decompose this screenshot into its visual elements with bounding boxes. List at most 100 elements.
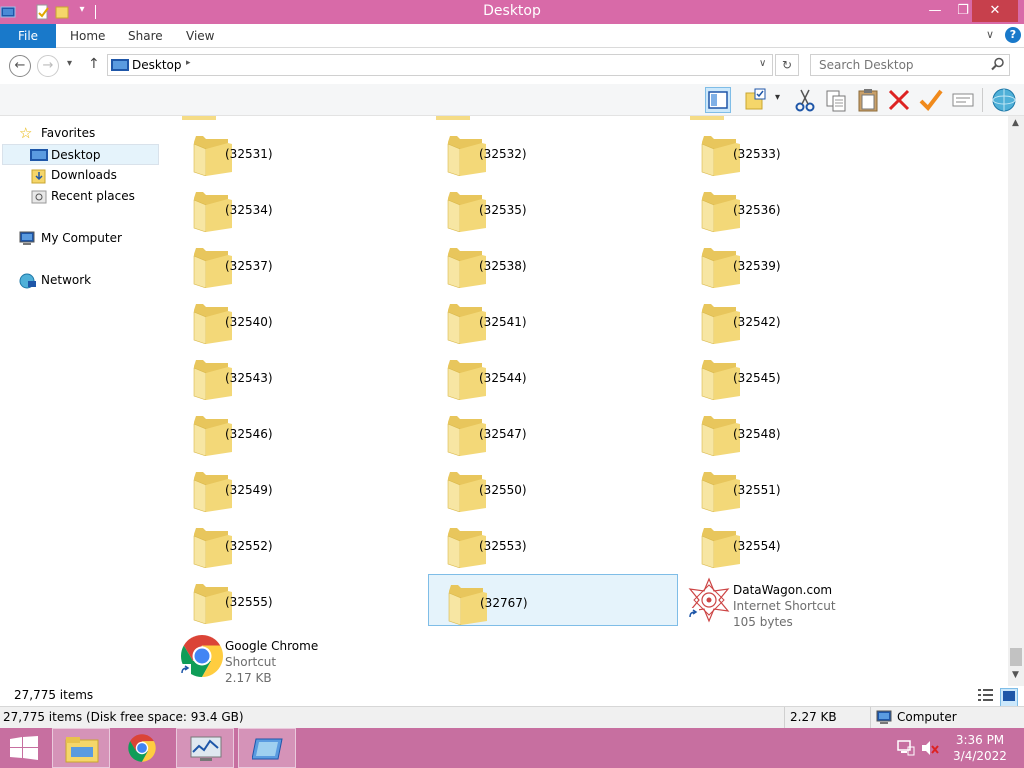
folder-item[interactable]: (32550) <box>428 462 678 514</box>
details-view-icon[interactable] <box>978 688 994 705</box>
search-icon[interactable] <box>991 57 1005 74</box>
folder-item[interactable]: (32531) <box>174 126 424 178</box>
checkmark-icon[interactable] <box>918 87 944 113</box>
folder-item[interactable]: (32535) <box>428 182 678 234</box>
tab-file[interactable]: File <box>0 24 56 48</box>
scroll-thumb[interactable] <box>1010 648 1022 666</box>
folder-name: (32533) <box>733 147 781 161</box>
taskbar-file-explorer[interactable] <box>52 728 110 768</box>
folder-name: (32552) <box>225 539 273 553</box>
tab-share[interactable]: Share <box>128 24 163 48</box>
taskbar-remote-desktop[interactable] <box>238 728 296 768</box>
folder-item[interactable]: (32553) <box>428 518 678 570</box>
nav-downloads[interactable]: Downloads <box>0 165 157 186</box>
google-chrome-shortcut[interactable]: Google Chrome Shortcut 2.17 KB <box>174 630 424 685</box>
navigation-bar: ← → ▾ ↑ Desktop ▸ ∨ ↻ <box>0 48 1024 84</box>
folder-name: (32541) <box>479 315 527 329</box>
folder-item[interactable]: (32767) <box>428 574 678 626</box>
taskbar-performance-monitor[interactable] <box>176 728 234 768</box>
folder-item[interactable]: (32542) <box>682 294 932 346</box>
recent-places-icon <box>31 189 47 212</box>
delete-icon[interactable] <box>886 87 912 113</box>
paste-icon[interactable] <box>855 87 881 113</box>
nav-network-label: Network <box>41 273 92 287</box>
nav-desktop[interactable]: Desktop <box>2 144 159 165</box>
minimize-button[interactable]: — <box>920 0 950 22</box>
nav-computer-label: My Computer <box>41 231 122 245</box>
nav-favorites[interactable]: ☆ Favorites <box>0 123 157 144</box>
folder-item[interactable]: (32543) <box>174 350 424 402</box>
folder-item[interactable]: (32546) <box>174 406 424 458</box>
vertical-scrollbar[interactable]: ▲ ▼ <box>1008 116 1024 686</box>
folder-item[interactable]: (32549) <box>174 462 424 514</box>
up-button[interactable]: ↑ <box>88 56 100 72</box>
folder-item[interactable]: (32547) <box>428 406 678 458</box>
taskbar-chrome[interactable] <box>114 728 172 768</box>
breadcrumb-chevron-icon[interactable]: ▸ <box>186 58 191 68</box>
shortcut-arrow-icon <box>179 664 191 679</box>
folder-item[interactable]: (32539) <box>682 238 932 290</box>
star-icon: ☆ <box>19 124 33 142</box>
expand-ribbon-icon[interactable]: ∨ <box>986 28 994 41</box>
folder-item[interactable]: (32538) <box>428 238 678 290</box>
dropdown-arrow-icon[interactable]: ▾ <box>775 92 780 103</box>
select-folder-icon[interactable] <box>743 87 769 113</box>
taskbar: 3:36 PM 3/4/2022 <box>0 728 1024 768</box>
folder-name: (32534) <box>225 203 273 217</box>
chrome-size: 2.17 KB <box>225 671 272 685</box>
tab-view[interactable]: View <box>186 24 214 48</box>
system-clock[interactable]: 3:36 PM 3/4/2022 <box>944 732 1016 764</box>
close-button[interactable]: ✕ <box>972 0 1018 22</box>
properties-icon[interactable] <box>950 87 976 113</box>
network-tray-icon[interactable] <box>897 740 915 759</box>
address-location[interactable]: Desktop <box>132 58 182 72</box>
folder-item[interactable]: (32544) <box>428 350 678 402</box>
folder-name: (32536) <box>733 203 781 217</box>
back-button[interactable]: ← <box>9 55 31 77</box>
globe-icon[interactable] <box>991 87 1017 113</box>
scroll-up-icon[interactable]: ▲ <box>1012 118 1019 128</box>
shortcut-arrow-icon <box>687 608 699 623</box>
recent-locations-icon[interactable]: ▾ <box>67 58 72 69</box>
folder-item[interactable]: (32537) <box>174 238 424 290</box>
nav-favorites-label: Favorites <box>41 126 96 140</box>
refresh-button[interactable]: ↻ <box>775 54 799 76</box>
preview-pane-icon[interactable] <box>705 87 731 113</box>
large-icons-view-icon[interactable] <box>1000 688 1018 707</box>
datawagon-name: DataWagon.com <box>733 583 833 597</box>
forward-button[interactable]: → <box>37 55 59 77</box>
folder-item[interactable]: (32551) <box>682 462 932 514</box>
tab-home[interactable]: Home <box>70 24 105 48</box>
address-dropdown-icon[interactable]: ∨ <box>759 58 766 69</box>
start-button[interactable] <box>0 728 48 768</box>
folder-name: (32544) <box>479 371 527 385</box>
copy-icon[interactable] <box>823 87 849 113</box>
folder-item[interactable]: (32545) <box>682 350 932 402</box>
datawagon-size: 105 bytes <box>733 615 793 629</box>
datawagon-shortcut[interactable]: DataWagon.com Internet Shortcut 105 byte… <box>682 574 932 629</box>
folder-item[interactable]: (32541) <box>428 294 678 346</box>
folder-item[interactable]: (32555) <box>174 574 424 626</box>
folder-item[interactable]: (32536) <box>682 182 932 234</box>
search-input[interactable] <box>811 55 981 75</box>
folder-item[interactable]: (32540) <box>174 294 424 346</box>
folder-item[interactable]: (32554) <box>682 518 932 570</box>
folder-item[interactable]: (32533) <box>682 126 932 178</box>
nav-recent-places[interactable]: Recent places <box>0 186 157 207</box>
help-icon[interactable]: ? <box>1005 27 1021 43</box>
datawagon-type: Internet Shortcut <box>733 599 836 613</box>
search-box[interactable] <box>810 54 1010 76</box>
folder-item[interactable]: (32552) <box>174 518 424 570</box>
folder-item[interactable]: (32548) <box>682 406 932 458</box>
navigation-pane: ☆ Favorites Desktop Downloads Recent pla… <box>0 116 160 686</box>
folder-name: (32548) <box>733 427 781 441</box>
scroll-down-icon[interactable]: ▼ <box>1012 670 1019 680</box>
folder-item[interactable]: (32534) <box>174 182 424 234</box>
address-bar[interactable]: Desktop ▸ ∨ <box>107 54 773 76</box>
nav-network[interactable]: Network <box>0 270 157 291</box>
cut-icon[interactable] <box>792 87 818 113</box>
volume-muted-icon[interactable] <box>921 740 939 759</box>
folder-item[interactable]: (32532) <box>428 126 678 178</box>
nav-my-computer[interactable]: My Computer <box>0 228 157 249</box>
nav-desktop-label: Desktop <box>51 148 101 162</box>
